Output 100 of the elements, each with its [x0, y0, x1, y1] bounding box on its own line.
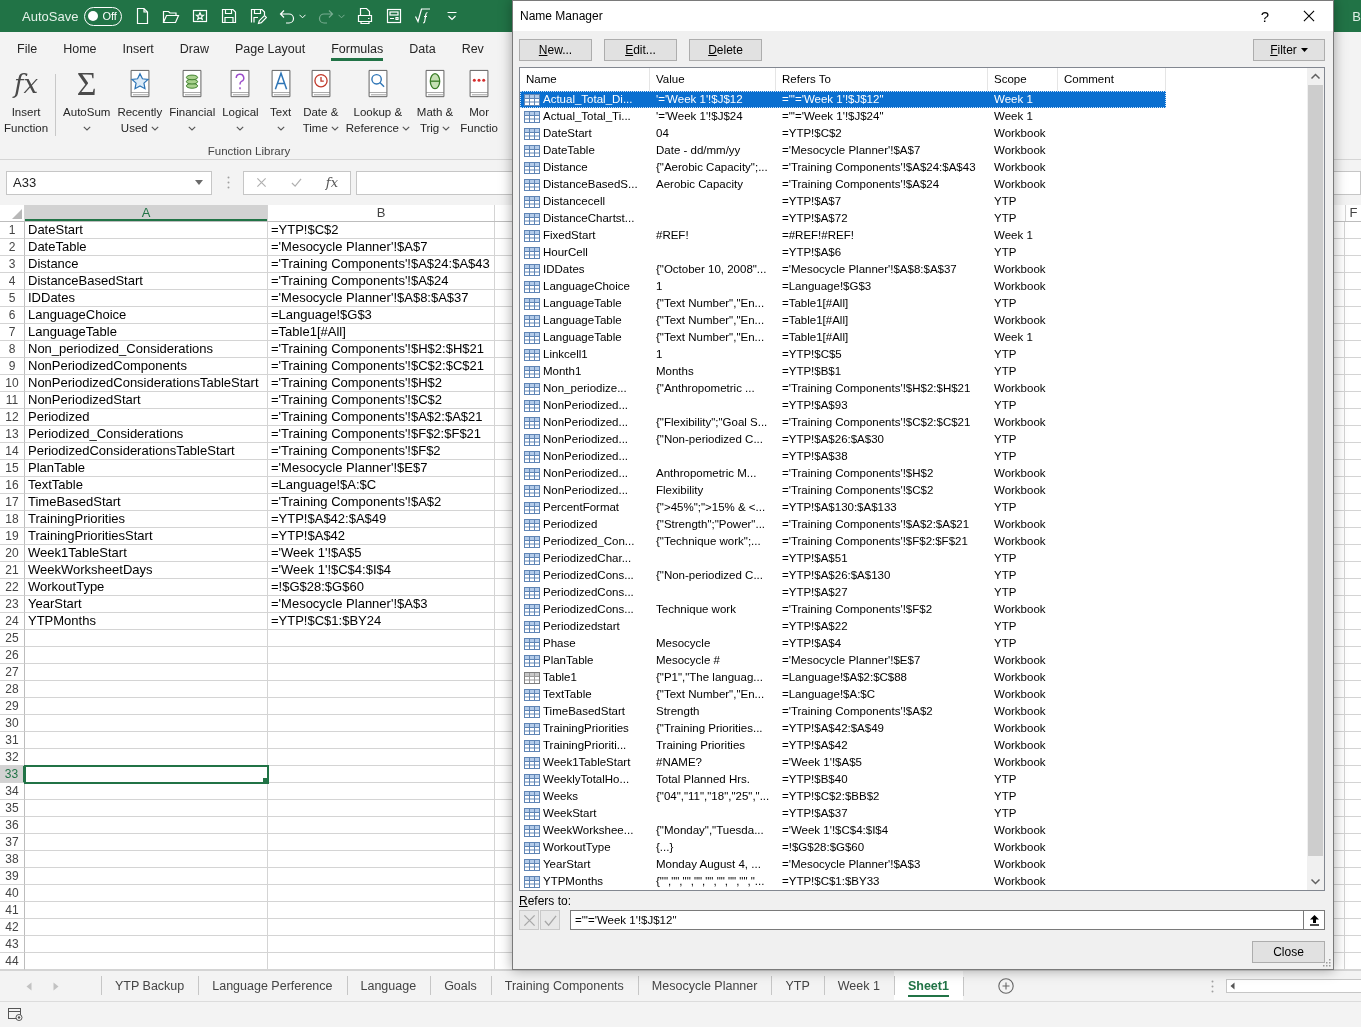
name-row[interactable]: PeriodizedChar... =YTP!$A$51 YTP — [520, 550, 1166, 567]
ribbon-tab[interactable]: Data — [409, 32, 436, 61]
autosum-button[interactable]: Σ AutoSum — [63, 68, 111, 136]
insert-function-button[interactable]: fx Insert Function — [4, 68, 49, 136]
financial-button[interactable]: Financial — [169, 68, 216, 136]
undo-icon[interactable] — [278, 7, 297, 25]
name-row[interactable]: Distance {"Aerobic Capacity";... ='Training Components'!$A$24:$A$43 Workbook — [520, 159, 1166, 176]
name-row[interactable]: YTPMonths {"","","","","","","","","... =YTP!$C$1:$BY33 Workbook — [520, 873, 1166, 890]
ribbon-tab[interactable]: File — [17, 32, 38, 61]
form-icon[interactable] — [385, 7, 404, 25]
name-row[interactable]: NonPeriodized... =YTP!$A$38 YTP — [520, 448, 1166, 465]
name-row[interactable]: LanguageTable {"Text Number","En... =Table1[#All] Week 1 — [520, 329, 1166, 346]
vertical-scrollbar[interactable] — [1307, 68, 1324, 890]
formula-icon[interactable] — [414, 7, 433, 25]
math-trig-button[interactable]: Math & Trig — [416, 68, 454, 136]
name-row[interactable]: Linkcell1 1 =YTP!$C$5 YTP — [520, 346, 1166, 363]
name-row[interactable]: NonPeriodized... =YTP!$A$93 YTP — [520, 397, 1166, 414]
ribbon-tab[interactable]: Rev — [461, 32, 484, 61]
name-row[interactable]: WorkoutType {...} =!$G$28:$G$60 Workbook — [520, 839, 1166, 856]
print-preview-icon[interactable] — [356, 7, 375, 25]
name-row[interactable]: TimeBasedStart Strength ='Training Components'!$A$2 Workbook — [520, 703, 1166, 720]
name-row[interactable]: Month1 Months =YTP!$B$1 YTP — [520, 363, 1166, 380]
recently-used-button[interactable]: Recently Used — [117, 68, 163, 136]
name-row[interactable]: TextTable {"Text Number","En... =Language!$A:$C Workbook — [520, 686, 1166, 703]
name-row[interactable]: Week1TableStart #NAME? ='Week 1'!$A$5 Workbook — [520, 754, 1166, 771]
ribbon-tab[interactable]: Formulas — [331, 32, 384, 61]
column-header[interactable]: F — [1345, 205, 1361, 221]
refers-to-field[interactable]: ="'='Week 1'!$J$12" — [570, 910, 1304, 930]
name-row[interactable]: Non_periodize... {"Anthropometric ... ='Training Components'!$H$2:$H$21 Workbook — [520, 380, 1166, 397]
ribbon-tab[interactable]: Page Layout — [234, 32, 306, 61]
name-row[interactable]: PlanTable Mesocycle # ='Mesocycle Planner'!$E$7 Workbook — [520, 652, 1166, 669]
filter-button[interactable]: Filter — [1253, 39, 1325, 61]
name-row[interactable]: FixedStart #REF! =#REF!#REF! Week 1 — [520, 227, 1166, 244]
name-row[interactable]: TrainingPriorities {"Training Priorities... =YTP!$A$42:$A$49 Workbook — [520, 720, 1166, 737]
name-row[interactable]: LanguageChoice 1 =Language!$G$3 Workbook — [520, 278, 1166, 295]
name-row[interactable]: YearStart Monday August 4, ... ='Mesocycle Planner'!$A$3 Workbook — [520, 856, 1166, 873]
dialog-button[interactable]: New... — [519, 39, 592, 61]
name-row[interactable]: NonPeriodized... Anthropometric M... ='Training Components'!$H$2 Workbook — [520, 465, 1166, 482]
name-box[interactable]: A33 — [6, 170, 212, 195]
name-row[interactable]: Periodizedstart =YTP!$A$22 YTP — [520, 618, 1166, 635]
row-header[interactable]: 33 — [0, 766, 25, 783]
scroll-left-icon[interactable] — [1230, 982, 1235, 990]
name-row[interactable]: NonPeriodized... Flexibility ='Training Components'!$C$2 Workbook — [520, 482, 1166, 499]
name-row[interactable]: PeriodizedCons... =YTP!$A$27 YTP — [520, 584, 1166, 601]
name-row[interactable]: LanguageTable {"Text Number","En... =Table1[#All] Workbook — [520, 312, 1166, 329]
help-button[interactable]: ? — [1255, 7, 1275, 25]
name-row[interactable]: DistanceChartst... =YTP!$A$72 YTP — [520, 210, 1166, 227]
value-text: Training Priorities — [656, 739, 746, 751]
name-row[interactable]: PercentFormat {">45%";">15% & <... =YTP!$A$130:$A$133 YTP — [520, 499, 1166, 516]
dialog-button[interactable]: Delete — [689, 39, 762, 61]
ribbon-tab[interactable]: Insert — [122, 32, 154, 61]
text-button[interactable]: Text — [265, 68, 296, 136]
name-row[interactable]: Periodized_Con... {"Technique work";... ='Training Components'!$F$2:$F$21 Workbook — [520, 533, 1166, 550]
name-text: LanguageTable — [543, 330, 622, 345]
ribbon-tab[interactable]: Home — [63, 32, 97, 61]
name-row[interactable]: TrainingPrioriti... Training Priorities =YTP!$A$42 Workbook — [520, 737, 1166, 754]
name-row[interactable]: Periodized {"Strength";"Power"... ='Training Components'!$A$2:$A$21 Workbook — [520, 516, 1166, 533]
name-row[interactable]: Table1 {"P1","The languag... =Language!$A$2:$C$88 Workbook — [520, 669, 1166, 686]
add-sheet-icon[interactable] — [997, 978, 1014, 994]
name-row[interactable]: NonPeriodized... {"Non-periodized C... =YTP!$A$26:$A$30 YTP — [520, 431, 1166, 448]
scroll-thumb[interactable] — [1308, 85, 1323, 856]
name-row[interactable]: PeriodizedCons... {"Non-periodized C... =YTP!$A$26:$A$130 YTP — [520, 567, 1166, 584]
window-record-icon[interactable] — [8, 1008, 23, 1021]
name-row[interactable]: DistanceBasedS... Aerobic Capacity ='Training Components'!$A$24 Workbook — [520, 176, 1166, 193]
name-row[interactable]: Distancecell =YTP!$A$7 YTP — [520, 193, 1166, 210]
name-row[interactable]: IDDates {"October 10, 2008"... ='Mesocycle Planner'!$A$8:$A$37 Workbook — [520, 261, 1166, 278]
sheet-tab[interactable]: Sheet1 — [893, 971, 963, 1000]
refers-to-text: =YTP!$A$93 — [782, 399, 848, 411]
ribbon-tab[interactable]: Draw — [179, 32, 209, 61]
star-box-icon[interactable] — [191, 7, 210, 25]
collapse-button[interactable] — [1304, 910, 1325, 930]
name-text: WeekWorkshee... — [543, 823, 634, 838]
close-button[interactable]: Close — [1252, 941, 1325, 963]
name-row[interactable]: Actual_Total_Di... '='Week 1'!$J$12 ="'='Week 1'!$J$12" Week 1 — [520, 91, 1166, 108]
name-row[interactable]: DateStart 04 =YTP!$C$2 Workbook — [520, 125, 1166, 142]
name-row[interactable]: Weeks {"04","11","18","25","... =YTP!$C$2:$BB$2 YTP — [520, 788, 1166, 805]
name-row[interactable]: PeriodizedCons... Technique work ='Training Components'!$F$2 Workbook — [520, 601, 1166, 618]
name-row[interactable]: WeeklyTotalHo... Total Planned Hrs. =YTP!$B$40 YTP — [520, 771, 1166, 788]
name-row[interactable]: Phase Mesocycle =YTP!$A$4 YTP — [520, 635, 1166, 652]
column-header[interactable]: B — [268, 205, 495, 221]
name-row[interactable]: LanguageTable {"Text Number","En... =Table1[#All] YTP — [520, 295, 1166, 312]
name-row[interactable]: HourCell =YTP!$A$6 YTP — [520, 244, 1166, 261]
lookup-reference-button[interactable]: Lookup & Reference — [345, 68, 410, 136]
more-functions-button[interactable]: Mor Functio — [460, 68, 498, 136]
horizontal-scrollbar[interactable] — [1226, 979, 1361, 993]
name-row[interactable]: WeekStart =YTP!$A$37 YTP — [520, 805, 1166, 822]
insert-function-icon[interactable]: fx — [325, 175, 338, 190]
column-header[interactable]: A — [25, 205, 268, 221]
name-row[interactable]: Actual_Total_Ti... '='Week 1'!$J$24 ="'='Week 1'!$J$24" Week 1 — [520, 108, 1166, 125]
dialog-button[interactable]: Edit... — [604, 39, 677, 61]
save-icon[interactable] — [220, 7, 239, 25]
date-time-button[interactable]: Date & Time — [302, 68, 339, 136]
logical-button[interactable]: Logical — [222, 68, 259, 136]
dropdown-icon[interactable] — [195, 180, 203, 185]
name-row[interactable]: WeekWorkshee... {"Monday","Tuesda... ='Week 1'!$C$4:$I$4 Workbook — [520, 822, 1166, 839]
name-row[interactable]: DateTable Date - dd/mm/yy ='Mesocycle Planner'!$A$7 Workbook — [520, 142, 1166, 159]
close-icon[interactable] — [1303, 10, 1315, 22]
save-edit-icon[interactable] — [249, 7, 268, 25]
name-row[interactable]: NonPeriodized... {"Flexibility";"Goal S... ='Training Components'!$C$2:$C$21 Workbook — [520, 414, 1166, 431]
resize-grip-icon[interactable] — [1321, 957, 1331, 967]
